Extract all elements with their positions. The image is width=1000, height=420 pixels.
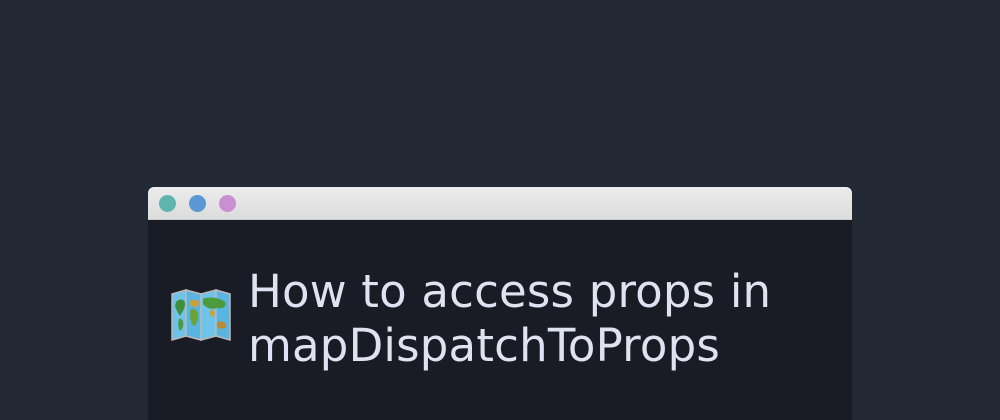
browser-window: How to access props in mapDispatchToProp… [148, 187, 852, 420]
window-content: How to access props in mapDispatchToProp… [148, 220, 852, 420]
window-dot-pink[interactable] [219, 195, 236, 212]
article-title[interactable]: How to access props in mapDispatchToProp… [248, 265, 838, 373]
window-titlebar [148, 187, 852, 220]
article-title-line-1: How to access props in [248, 265, 772, 318]
window-dot-teal[interactable] [159, 195, 176, 212]
article-title-line-2: mapDispatchToProps [248, 319, 720, 372]
world-map-icon [170, 288, 232, 342]
window-dot-blue[interactable] [189, 195, 206, 212]
